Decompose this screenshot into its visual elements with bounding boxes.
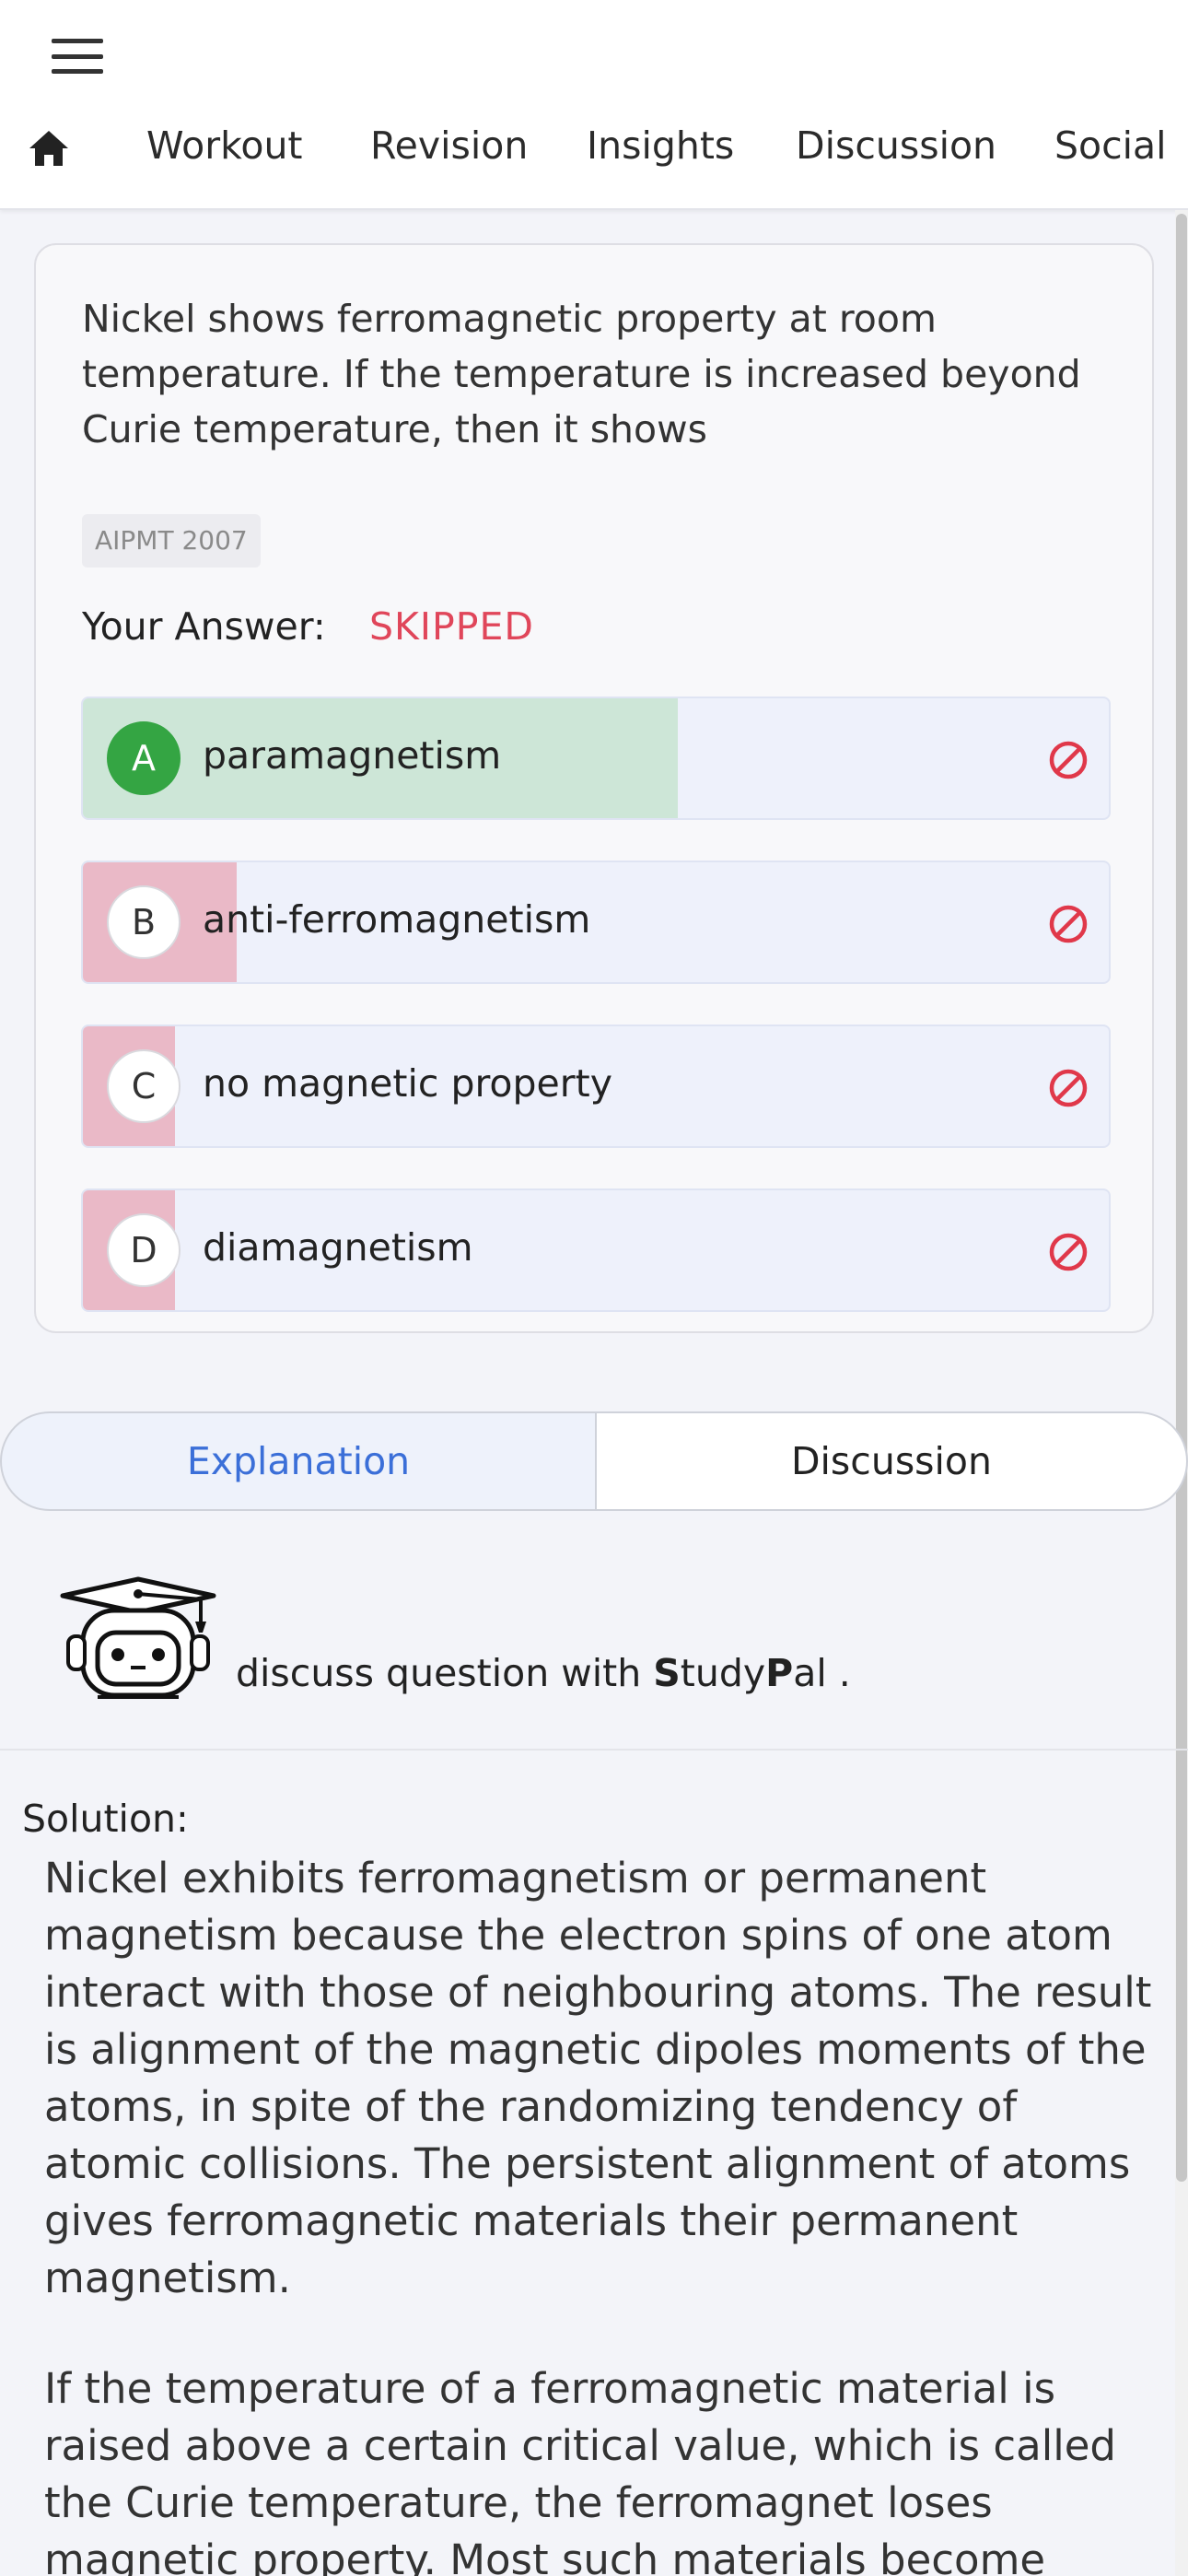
prohibited-icon (1049, 905, 1088, 943)
prohibited-icon (1049, 1233, 1088, 1271)
nav-insights[interactable]: Insights (587, 123, 734, 168)
nav-social[interactable]: Social (1054, 123, 1167, 168)
exam-tag: AIPMT 2007 (82, 514, 261, 568)
option-a[interactable]: A paramagnetism (81, 697, 1111, 820)
option-c[interactable]: C no magnetic property (81, 1025, 1111, 1148)
prohibited-icon (1049, 1069, 1088, 1107)
tab-explanation[interactable]: Explanation (0, 1411, 597, 1511)
solution-label: Solution: (22, 1797, 189, 1841)
solution-paragraph: Nickel exhibits ferromagnetism or perman… (44, 1854, 1152, 2302)
option-b-letter: B (107, 885, 181, 959)
nav-revision[interactable]: Revision (370, 123, 528, 168)
option-c-text: no magnetic property (203, 1061, 612, 1106)
option-d[interactable]: D diamagnetism (81, 1188, 1111, 1312)
option-c-letter: C (107, 1049, 181, 1123)
tab-discussion[interactable]: Discussion (595, 1411, 1188, 1511)
home-icon[interactable] (28, 129, 70, 168)
option-a-letter: A (107, 721, 181, 795)
robot-graduate-icon (60, 1576, 216, 1699)
nav-workout[interactable]: Workout (146, 123, 303, 168)
option-a-text: paramagnetism (203, 733, 502, 778)
studypal-row[interactable]: discuss question with StudyPal . (0, 1566, 1188, 1751)
option-b-text: anti-ferromagnetism (203, 897, 591, 942)
solution-tabs: Explanation Discussion (0, 1411, 1188, 1513)
option-d-text: diamagnetism (203, 1225, 473, 1270)
answer-status: SKIPPED (369, 604, 534, 649)
option-b[interactable]: B anti-ferromagnetism (81, 861, 1111, 984)
question-card: Nickel shows ferromagnetic property at r… (34, 243, 1154, 1333)
solution-paragraph: If the temperature of a ferromagnetic ma… (44, 2364, 1116, 2576)
hamburger-menu-icon[interactable] (52, 37, 103, 76)
prohibited-icon (1049, 741, 1088, 779)
nav-discussion[interactable]: Discussion (796, 123, 996, 168)
question-text: Nickel shows ferromagnetic property at r… (82, 297, 1081, 451)
app-header: Workout Revision Insights Discussion Soc… (0, 0, 1188, 210)
your-answer-label: Your Answer: (82, 604, 326, 649)
studypal-text[interactable]: discuss question with StudyPal . (236, 1651, 851, 1695)
option-d-letter: D (107, 1213, 181, 1287)
top-nav: Workout Revision Insights Discussion Soc… (0, 118, 1188, 179)
scrollbar-thumb[interactable] (1176, 214, 1187, 2182)
